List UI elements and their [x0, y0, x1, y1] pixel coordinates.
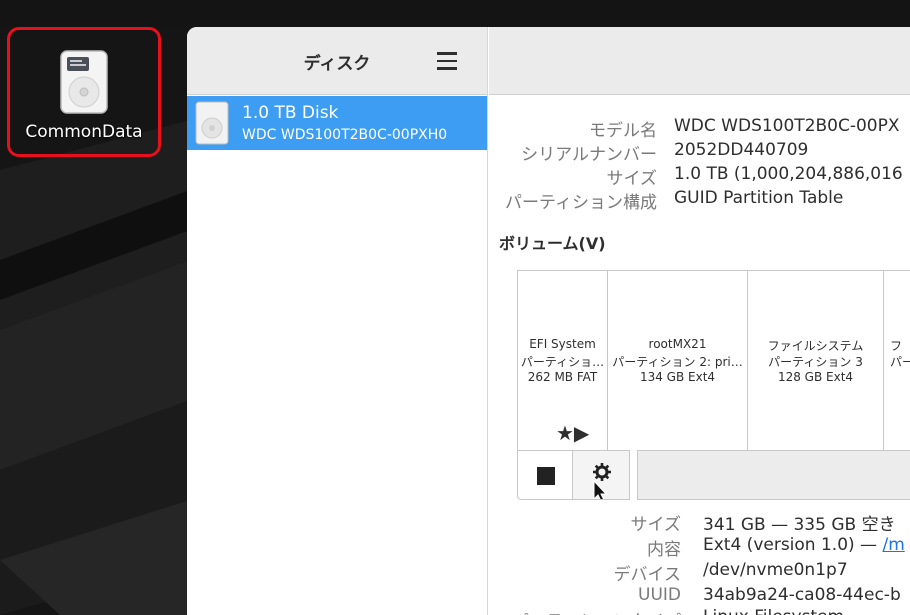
volume-segment-4[interactable]: フ パー — [884, 271, 910, 451]
detail-value: /dev/nvme0n1p7 — [703, 560, 848, 580]
segment-line: フ — [890, 339, 903, 353]
segment-line: ファイルシステム — [767, 339, 864, 353]
info-value: 1.0 TB (1,000,204,886,016 — [674, 164, 903, 184]
stop-button[interactable] — [517, 450, 573, 500]
mount-point-link[interactable]: /m — [882, 535, 904, 555]
desktop-icon-commondata[interactable]: CommonData — [7, 27, 161, 157]
disks-window: ディスク 1.0 TB Disk WDC WDS100T2B0C-00PXH0 … — [187, 27, 910, 615]
detail-row-size: サイズ 341 GB — 335 GB 空き — [489, 510, 910, 535]
volume-segment-filesystem[interactable]: ファイルシステム パーティション 3 128 GB Ext4 — [748, 271, 884, 451]
segment-line: パーティション 3 — [768, 355, 863, 369]
info-label: シリアルナンバー — [521, 145, 657, 165]
detail-value-contents: Ext4 (version 1.0) — /m — [703, 535, 905, 555]
settings-button[interactable] — [572, 450, 630, 500]
segment-line: 262 MB FAT — [527, 370, 598, 384]
volumes-heading: ボリューム(V) — [499, 234, 606, 253]
volume-map: EFI System パーティショ… 262 MB FAT ★▶ rootMX2… — [517, 270, 910, 451]
desktop-icon-label: CommonData — [25, 122, 143, 142]
main-header — [489, 27, 910, 95]
mounted-star-play-icon: ★▶ — [556, 421, 590, 445]
detail-row-partition-type: パーティションタイプ Linux Filesystem — [489, 607, 910, 615]
segment-line: 128 GB Ext4 — [777, 370, 854, 384]
info-row-size: サイズ 1.0 TB (1,000,204,886,016 — [489, 164, 910, 189]
volume-segment-efi[interactable]: EFI System パーティショ… 262 MB FAT ★▶ — [518, 271, 608, 451]
disk-item-title: 1.0 TB Disk — [242, 103, 339, 123]
stop-icon — [537, 467, 555, 485]
detail-row-device: デバイス /dev/nvme0n1p7 — [489, 560, 910, 585]
info-label: モデル名 — [589, 121, 657, 141]
volume-segment-root[interactable]: rootMX21 パーティション 2: pri… 134 GB Ext4 — [608, 271, 748, 451]
disk-list-item[interactable]: 1.0 TB Disk WDC WDS100T2B0C-00PXH0 — [187, 96, 487, 150]
detail-label: デバイス — [613, 565, 682, 585]
segment-line: パー — [890, 355, 910, 369]
sidebar-header: ディスク — [187, 27, 487, 95]
info-row-model: モデル名 WDC WDS100T2B0C-00PX — [489, 116, 910, 141]
segment-line: 134 GB Ext4 — [639, 370, 716, 384]
info-label: サイズ — [606, 169, 658, 189]
drive-harddisk-icon — [195, 101, 229, 149]
segment-line: rootMX21 — [648, 337, 707, 351]
main-pane: モデル名 WDC WDS100T2B0C-00PX シリアルナンバー 2052D… — [489, 27, 910, 615]
detail-value: Ext4 (version 1.0) — — [703, 535, 883, 555]
detail-value: 34ab9a24-ca08-44ec-b — [703, 585, 901, 605]
segment-line: パーティショ… — [520, 355, 605, 369]
segment-line: EFI System — [529, 337, 596, 351]
info-value: 2052DD440709 — [674, 140, 809, 160]
detail-value: 341 GB — 335 GB 空き — [703, 515, 896, 535]
detail-row-uuid: UUID 34ab9a24-ca08-44ec-b — [489, 585, 910, 609]
detail-value: Linux Filesystem — [703, 607, 844, 615]
info-row-partitioning: パーティション構成 GUID Partition Table — [489, 188, 910, 213]
detail-label: 内容 — [647, 540, 681, 560]
detail-row-contents: 内容 Ext4 (version 1.0) — /m — [489, 535, 910, 560]
hamburger-menu-icon[interactable] — [425, 45, 469, 77]
info-row-serial: シリアルナンバー 2052DD440709 — [489, 140, 910, 165]
disk-item-subtitle: WDC WDS100T2B0C-00PXH0 — [242, 127, 448, 143]
detail-label: パーティションタイプ — [512, 607, 681, 615]
segment-line: パーティション 2: pri… — [612, 355, 743, 369]
info-value: WDC WDS100T2B0C-00PX — [674, 116, 900, 136]
drive-harddisk-icon — [60, 50, 108, 118]
volume-toolbar — [517, 450, 910, 500]
toolbar-spacer — [637, 450, 910, 500]
sidebar: ディスク 1.0 TB Disk WDC WDS100T2B0C-00PXH0 — [187, 27, 488, 615]
detail-label: サイズ — [630, 515, 682, 535]
detail-label: UUID — [638, 585, 681, 605]
gear-icon — [593, 463, 611, 499]
info-label: パーティション構成 — [505, 193, 657, 213]
info-value: GUID Partition Table — [674, 188, 844, 208]
